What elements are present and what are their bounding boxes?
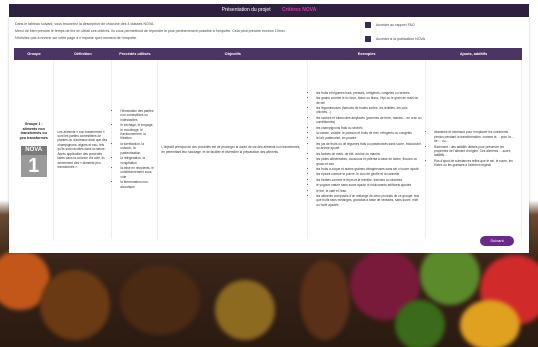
list-item: les herbes comme le thym et la menthe, f… <box>316 178 422 182</box>
content-panel: Dans le tableau suivant, vous trouverez … <box>9 17 529 253</box>
list-item: la mise en récipients, le conditionnemen… <box>120 166 154 179</box>
column-header: Définition <box>53 48 112 60</box>
intro-line-1: Dans le tableau suivant, vous trouverez … <box>15 22 155 26</box>
document-icon <box>365 36 371 42</box>
definition-cell: Les aliments « non transformés » sont le… <box>53 60 113 239</box>
list-item: les racines et tubercules amylacés (pomm… <box>316 116 422 125</box>
next-button[interactable]: Suivant <box>480 236 514 246</box>
nova-publication-label: Accéder à la publication NOVA <box>376 37 426 41</box>
intro-line-2: Merci de bien prendre le temps de lire e… <box>15 29 286 33</box>
list-item: les farines de maïs, de blé, avoine ou m… <box>316 152 422 156</box>
list-item: les pâtes alimentaires, couscous et pole… <box>316 157 422 166</box>
list-item: la torréfaction, la cuisson, la pasteuri… <box>120 142 154 155</box>
table-row: Groupe 1 : aliments non transformés ou p… <box>14 60 522 239</box>
list-item: le séchage, le broyage, le moulinage, le… <box>120 123 154 141</box>
fao-report-link[interactable]: Accéder au rapport FAO <box>365 22 475 28</box>
nova-badge: NOVA 1 <box>20 146 47 177</box>
list-item: vitamines et minéraux pour remplacer les… <box>434 130 518 143</box>
criteria-title: Critères NOVA <box>281 7 317 13</box>
list-item: la réfrigération, la congélation <box>120 156 154 165</box>
page-title: Présentation du projet <box>221 7 271 13</box>
list-item: les épices comme le poivre, le clou de g… <box>316 172 422 176</box>
list-item: les jus de fruits ou de légumes frais ou… <box>316 142 422 151</box>
exemples-cell: les fruits et légumes frais, pressés, ré… <box>307 60 427 239</box>
column-header: Procédés utilisés <box>111 48 158 60</box>
column-header: Groupe <box>14 48 54 60</box>
list-item: les fruits à coque et autres graines olé… <box>316 167 422 171</box>
list-item: les légumineuses (haricots de toutes sor… <box>316 106 422 115</box>
intro-line-3: N'hésitez pas à revenir sur cette page à… <box>15 36 138 40</box>
fao-report-label: Accéder au rapport FAO <box>376 23 415 27</box>
list-item: Pas d'ajout de substances telles que le … <box>434 159 518 168</box>
nova-badge-number: 1 <box>28 154 40 177</box>
group-cell: Groupe 1 : aliments non transformés ou p… <box>14 60 55 239</box>
objectifs-cell: L'objectif principal de ces procédés est… <box>157 60 309 239</box>
nova-publication-link[interactable]: Accéder à la publication NOVA <box>365 36 475 42</box>
list-item: les champignons frais ou séchés <box>316 126 422 130</box>
table-header-row: Groupe Définition Procédés utilisés Obje… <box>14 48 522 60</box>
list-item: la viande, volaille, le poisson et fruit… <box>316 131 422 135</box>
app-header: Présentation du projet Critères NOVA <box>9 4 529 17</box>
nova-badge-label: NOVA <box>20 146 47 155</box>
list-item: l'élimination des parties non comestible… <box>120 109 154 122</box>
ajouts-cell: vitamines et minéraux pour remplacer les… <box>425 60 522 239</box>
list-item: les aliments composés d'un mélange de de… <box>316 194 422 207</box>
intro-text: Dans le tableau suivant, vous trouverez … <box>15 21 355 42</box>
nova-criteria-table: Groupe Définition Procédés utilisés Obje… <box>14 48 522 239</box>
document-icon <box>365 22 371 28</box>
procedes-cell: l'élimination des parties non comestible… <box>111 60 159 239</box>
list-item: les grains comme le riz brun, blanc ou b… <box>316 96 422 105</box>
list-item: la fermentation non-alcoolique <box>120 180 154 189</box>
list-item: les fruits et légumes frais, pressés, ré… <box>316 91 422 95</box>
list-item: le lait, pasteurisé, en poudre <box>316 136 422 140</box>
column-header: Ajouts, additifs <box>425 48 522 60</box>
list-item: le thé, le café et l'eau <box>316 189 422 193</box>
column-header: Objectifs <box>157 48 308 60</box>
list-item: le yogourt nature sans sucre ajouté ni é… <box>316 183 422 187</box>
group-title: Groupe 1 : aliments non transformés ou p… <box>19 122 48 140</box>
column-header: Exemples <box>307 48 426 60</box>
list-item: Rarement : des additifs utilisés pour pr… <box>434 145 518 158</box>
